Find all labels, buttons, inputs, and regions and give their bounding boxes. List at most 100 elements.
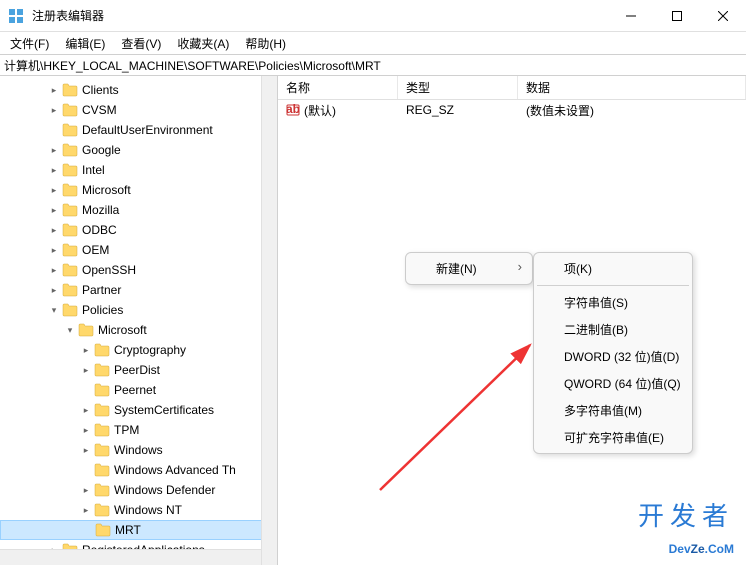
tree-item-google[interactable]: ▸ Google bbox=[0, 140, 277, 160]
tree-label: Windows NT bbox=[114, 503, 182, 517]
ctx-new-multistring[interactable]: 多字符串值(M) bbox=[536, 397, 690, 424]
folder-icon bbox=[94, 343, 110, 357]
tree-label: Windows Defender bbox=[114, 483, 215, 497]
tree-item-odbc[interactable]: ▸ODBC bbox=[0, 220, 277, 240]
ctx-separator bbox=[537, 285, 689, 286]
tree-label: DefaultUserEnvironment bbox=[82, 123, 213, 137]
titlebar: 注册表编辑器 bbox=[0, 0, 746, 32]
expander-icon[interactable]: ▸ bbox=[48, 204, 60, 216]
folder-icon bbox=[62, 203, 78, 217]
ctx-new[interactable]: 新建(N) bbox=[408, 255, 530, 282]
maximize-button[interactable] bbox=[654, 0, 700, 32]
menu-help[interactable]: 帮助(H) bbox=[237, 33, 294, 54]
col-data[interactable]: 数据 bbox=[518, 76, 746, 99]
tree-item-systemcertificates[interactable]: ▸SystemCertificates bbox=[0, 400, 277, 420]
tree-label: OpenSSH bbox=[82, 263, 136, 277]
expander-icon[interactable]: ▾ bbox=[48, 304, 60, 316]
tree-item-defaultuserenvironment[interactable]: ▸ DefaultUserEnvironment bbox=[0, 120, 277, 140]
tree-item-microsoft[interactable]: ▾ Microsoft bbox=[0, 320, 277, 340]
close-button[interactable] bbox=[700, 0, 746, 32]
tree-item-tpm[interactable]: ▸TPM bbox=[0, 420, 277, 440]
tree-item-cryptography[interactable]: ▸Cryptography bbox=[0, 340, 277, 360]
expander-icon[interactable]: ▸ bbox=[80, 404, 92, 416]
folder-icon bbox=[94, 443, 110, 457]
expander-icon[interactable]: ▸ bbox=[80, 424, 92, 436]
tree-label: Google bbox=[82, 143, 121, 157]
tree-item-windows-nt[interactable]: ▸ Windows NT bbox=[0, 500, 277, 520]
tree-item-peernet[interactable]: ▸ Peernet bbox=[0, 380, 277, 400]
folder-icon bbox=[94, 503, 110, 517]
minimize-button[interactable] bbox=[608, 0, 654, 32]
expander-icon[interactable]: ▸ bbox=[48, 184, 60, 196]
address-bar[interactable]: 计算机\HKEY_LOCAL_MACHINE\SOFTWARE\Policies… bbox=[0, 54, 746, 76]
expander-icon[interactable]: ▸ bbox=[80, 484, 92, 496]
expander-icon[interactable]: ▸ bbox=[80, 444, 92, 456]
expander-icon[interactable]: ▸ bbox=[48, 84, 60, 96]
tree-item-cvsm[interactable]: ▸CVSM bbox=[0, 100, 277, 120]
expander-icon[interactable]: ▾ bbox=[64, 324, 76, 336]
expander-icon[interactable]: ▸ bbox=[81, 524, 93, 536]
folder-icon bbox=[62, 83, 78, 97]
tree-item-policies[interactable]: ▾Policies bbox=[0, 300, 277, 320]
cell-type: REG_SZ bbox=[398, 103, 518, 117]
tree-label: Mozilla bbox=[82, 203, 119, 217]
tree-label: Partner bbox=[82, 283, 121, 297]
tree-label: Intel bbox=[82, 163, 105, 177]
expander-icon[interactable]: ▸ bbox=[48, 164, 60, 176]
expander-icon[interactable]: ▸ bbox=[80, 464, 92, 476]
folder-icon bbox=[62, 283, 78, 297]
tree-item-openssh[interactable]: ▸ OpenSSH bbox=[0, 260, 277, 280]
tree-label: Microsoft bbox=[98, 323, 147, 337]
expander-icon[interactable]: ▸ bbox=[48, 144, 60, 156]
context-menu-new-submenu: 项(K) 字符串值(S) 二进制值(B) DWORD (32 位)值(D) QW… bbox=[533, 252, 693, 454]
tree-item-mrt[interactable]: ▸ MRT bbox=[0, 520, 277, 540]
window-title: 注册表编辑器 bbox=[32, 7, 608, 24]
tree-item-peerdist[interactable]: ▸ PeerDist bbox=[0, 360, 277, 380]
ctx-new-qword[interactable]: QWORD (64 位)值(Q) bbox=[536, 370, 690, 397]
tree-item-intel[interactable]: ▸ Intel bbox=[0, 160, 277, 180]
menu-edit[interactable]: 编辑(E) bbox=[57, 33, 113, 54]
svg-text:ab: ab bbox=[286, 103, 300, 116]
col-type[interactable]: 类型 bbox=[398, 76, 518, 99]
tree-label: PeerDist bbox=[114, 363, 160, 377]
tree-item-clients[interactable]: ▸Clients bbox=[0, 80, 277, 100]
folder-icon bbox=[62, 263, 78, 277]
expander-icon[interactable]: ▸ bbox=[48, 124, 60, 136]
col-name[interactable]: 名称 bbox=[278, 76, 398, 99]
ctx-new-string[interactable]: 字符串值(S) bbox=[536, 289, 690, 316]
ctx-new-dword[interactable]: DWORD (32 位)值(D) bbox=[536, 343, 690, 370]
expander-icon[interactable]: ▸ bbox=[80, 344, 92, 356]
folder-icon bbox=[94, 403, 110, 417]
list-header: 名称 类型 数据 bbox=[278, 76, 746, 100]
tree-item-partner[interactable]: ▸ Partner bbox=[0, 280, 277, 300]
expander-icon[interactable]: ▸ bbox=[80, 364, 92, 376]
list-row[interactable]: ab (默认) REG_SZ (数值未设置) bbox=[278, 100, 746, 120]
expander-icon[interactable]: ▸ bbox=[48, 104, 60, 116]
tree-item-windows-advanced-th[interactable]: ▸Windows Advanced Th bbox=[0, 460, 277, 480]
tree-item-windows-defender[interactable]: ▸ Windows Defender bbox=[0, 480, 277, 500]
context-menu-main: 新建(N) bbox=[405, 252, 533, 285]
ctx-new-expandstring[interactable]: 可扩充字符串值(E) bbox=[536, 424, 690, 451]
expander-icon[interactable]: ▸ bbox=[80, 504, 92, 516]
tree-item-microsoft[interactable]: ▸Microsoft bbox=[0, 180, 277, 200]
tree-item-oem[interactable]: ▸ OEM bbox=[0, 240, 277, 260]
tree-label: Peernet bbox=[114, 383, 156, 397]
menu-view[interactable]: 查看(V) bbox=[113, 33, 169, 54]
tree-label: MRT bbox=[115, 523, 141, 537]
expander-icon[interactable]: ▸ bbox=[48, 224, 60, 236]
ctx-new-key[interactable]: 项(K) bbox=[536, 255, 690, 282]
expander-icon[interactable]: ▸ bbox=[48, 264, 60, 276]
menu-favorites[interactable]: 收藏夹(A) bbox=[169, 33, 237, 54]
expander-icon[interactable]: ▸ bbox=[48, 284, 60, 296]
expander-icon[interactable]: ▸ bbox=[48, 244, 60, 256]
ctx-new-binary[interactable]: 二进制值(B) bbox=[536, 316, 690, 343]
folder-icon bbox=[78, 323, 94, 337]
tree-item-mozilla[interactable]: ▸ Mozilla bbox=[0, 200, 277, 220]
folder-icon bbox=[95, 523, 111, 537]
tree-label: OEM bbox=[82, 243, 109, 257]
tree-vscrollbar[interactable] bbox=[261, 76, 277, 565]
tree-item-windows[interactable]: ▸Windows bbox=[0, 440, 277, 460]
expander-icon[interactable]: ▸ bbox=[80, 384, 92, 396]
tree-hscrollbar[interactable] bbox=[0, 549, 261, 565]
menu-file[interactable]: 文件(F) bbox=[2, 33, 57, 54]
